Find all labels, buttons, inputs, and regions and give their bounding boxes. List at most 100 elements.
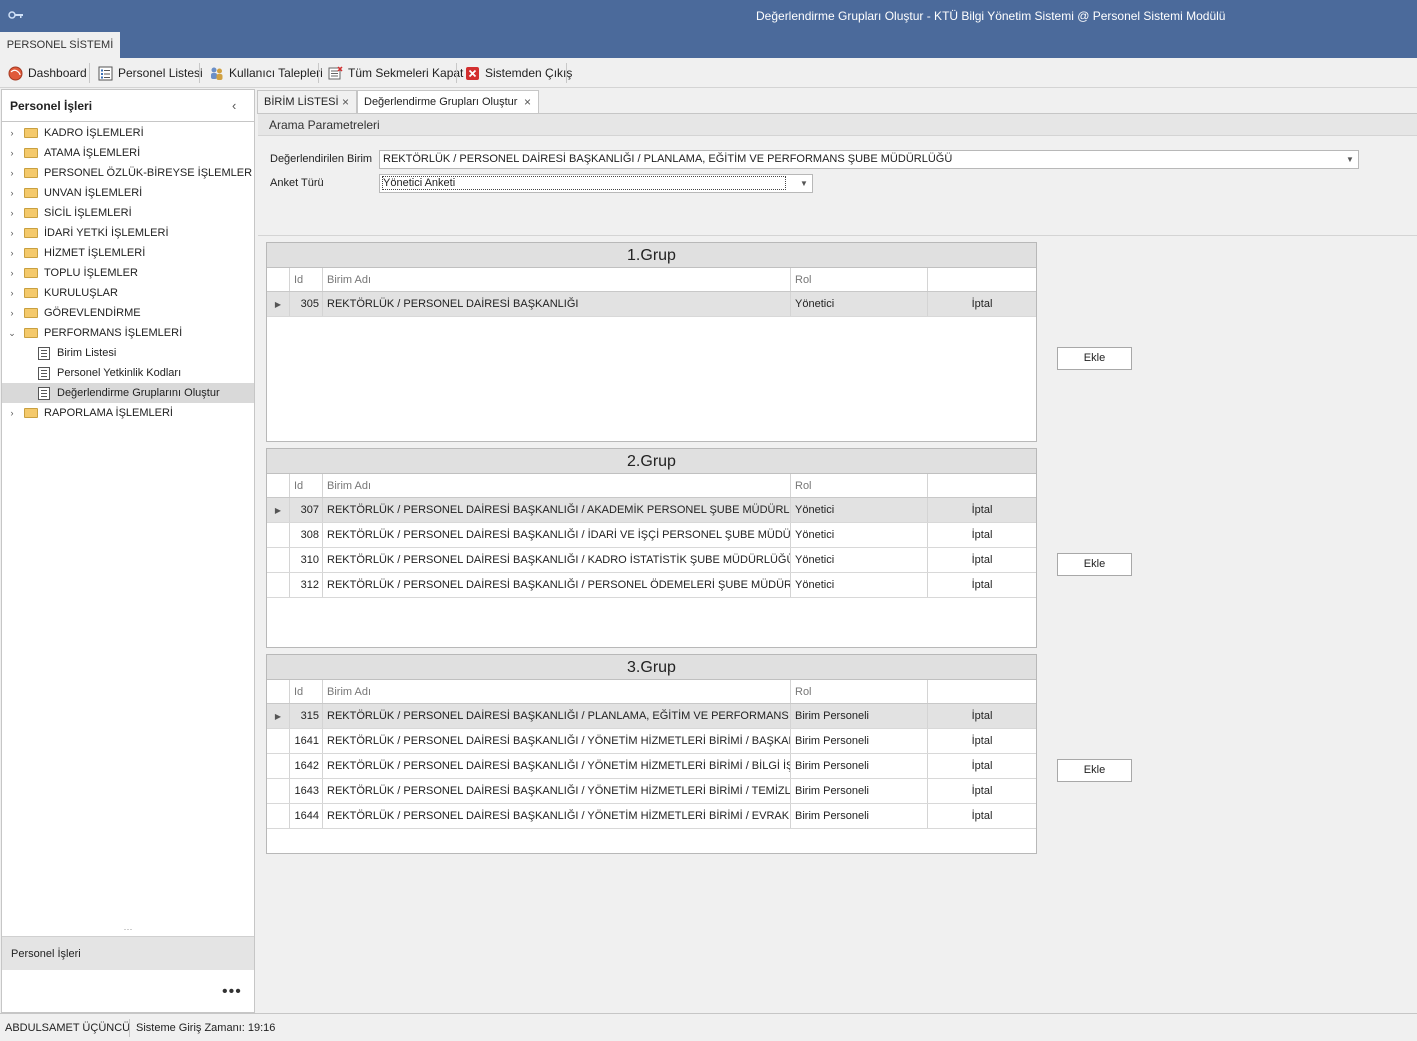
ribbon-tab-personel-sistemi[interactable]: PERSONEL SİSTEMİ <box>0 32 120 58</box>
chevron-right-icon[interactable]: › <box>6 148 18 158</box>
table-row[interactable]: 1644 REKTÖRLÜK / PERSONEL DAİRESİ BAŞKAN… <box>267 804 1036 829</box>
iptal-button[interactable]: İptal <box>928 548 1036 572</box>
cell-id: 308 <box>290 523 323 547</box>
ekle-button-2[interactable]: Ekle <box>1057 553 1132 576</box>
sidebar-item-label: KURULUŞLAR <box>44 287 118 299</box>
header-rol[interactable]: Rol <box>791 680 928 703</box>
sidebar-item-atama[interactable]: › ATAMA İŞLEMLERİ <box>2 143 254 163</box>
sistemden-cikis-button[interactable]: Sistemden Çıkış <box>465 62 572 84</box>
anket-value: Yönetici Anketi <box>381 176 787 190</box>
iptal-button[interactable]: İptal <box>928 729 1036 753</box>
cell-birim: REKTÖRLÜK / PERSONEL DAİRESİ BAŞKANLIĞI … <box>323 754 791 778</box>
table-row[interactable]: 1642 REKTÖRLÜK / PERSONEL DAİRESİ BAŞKAN… <box>267 754 1036 779</box>
header-rol[interactable]: Rol <box>791 474 928 497</box>
chevron-right-icon[interactable]: › <box>6 268 18 278</box>
iptal-button[interactable]: İptal <box>928 779 1036 803</box>
table-row[interactable]: ▶ 307 REKTÖRLÜK / PERSONEL DAİRESİ BAŞKA… <box>267 498 1036 523</box>
sidebar-item-ozluk[interactable]: › PERSONEL ÖZLÜK-BİREYSE İŞLEMLER <box>2 163 254 183</box>
anket-label: Anket Türü <box>270 177 324 189</box>
group-title: 1.Grup <box>267 243 1036 268</box>
header-birim[interactable]: Birim Adı <box>323 474 791 497</box>
sidebar-item-unvan[interactable]: › UNVAN İŞLEMLERİ <box>2 183 254 203</box>
anket-select[interactable]: Yönetici Anketi ▼ <box>379 174 813 193</box>
personel-listesi-button[interactable]: Personel Listesi <box>98 62 203 84</box>
header-id[interactable]: Id <box>290 680 323 703</box>
birim-select[interactable]: REKTÖRLÜK / PERSONEL DAİRESİ BAŞKANLIĞI … <box>379 150 1359 169</box>
chevron-right-icon[interactable]: › <box>6 408 18 418</box>
close-icon[interactable]: × <box>524 91 531 113</box>
sidebar-item-label: UNVAN İŞLEMLERİ <box>44 187 143 199</box>
header-birim[interactable]: Birim Adı <box>323 268 791 291</box>
row-indicator <box>267 804 290 828</box>
more-options-icon[interactable]: ••• <box>222 983 242 1001</box>
close-icon[interactable]: × <box>342 91 349 113</box>
sidebar-item-kuruluslar[interactable]: › KURULUŞLAR <box>2 283 254 303</box>
sidebar-item-yetkinlik-kodlari[interactable]: Personel Yetkinlik Kodları <box>2 363 254 383</box>
iptal-button[interactable]: İptal <box>928 523 1036 547</box>
ekle-button-1[interactable]: Ekle <box>1057 347 1132 370</box>
ekle-button-3[interactable]: Ekle <box>1057 759 1132 782</box>
cell-birim: REKTÖRLÜK / PERSONEL DAİRESİ BAŞKANLIĞI … <box>323 548 791 572</box>
tab-degerlendirme-gruplari[interactable]: Değerlendirme Grupları Oluştur × <box>357 90 539 114</box>
sidebar-item-performans[interactable]: ⌄ PERFORMANS İŞLEMLERİ <box>2 323 254 343</box>
sidebar-item-idari-yetki[interactable]: › İDARİ YETKİ İŞLEMLERİ <box>2 223 254 243</box>
tab-birim-listesi[interactable]: BİRİM LİSTESİ × <box>257 90 357 114</box>
iptal-button[interactable]: İptal <box>928 804 1036 828</box>
iptal-button[interactable]: İptal <box>928 498 1036 522</box>
row-indicator-icon: ▶ <box>267 498 290 522</box>
header-rol[interactable]: Rol <box>791 268 928 291</box>
sidebar-item-birim-listesi[interactable]: Birim Listesi <box>2 343 254 363</box>
chevron-down-icon[interactable]: ⌄ <box>6 328 18 339</box>
row-indicator <box>267 754 290 778</box>
table-row[interactable]: 312 REKTÖRLÜK / PERSONEL DAİRESİ BAŞKANL… <box>267 573 1036 598</box>
tum-sekmeleri-kapat-button[interactable]: Tüm Sekmeleri Kapat <box>328 62 463 84</box>
header-birim[interactable]: Birim Adı <box>323 680 791 703</box>
sidebar-item-gorevlendirme[interactable]: › GÖREVLENDİRME <box>2 303 254 323</box>
header-id[interactable]: Id <box>290 474 323 497</box>
table-row[interactable]: 308 REKTÖRLÜK / PERSONEL DAİRESİ BAŞKANL… <box>267 523 1036 548</box>
list-icon <box>38 346 50 360</box>
table-row[interactable]: 1643 REKTÖRLÜK / PERSONEL DAİRESİ BAŞKAN… <box>267 779 1036 804</box>
chevron-down-icon[interactable]: ▼ <box>1342 151 1358 168</box>
sidebar-item-raporlama[interactable]: › RAPORLAMA İŞLEMLERİ <box>2 403 254 423</box>
table-row[interactable]: ▶ 305 REKTÖRLÜK / PERSONEL DAİRESİ BAŞKA… <box>267 292 1036 317</box>
list-icon <box>38 386 50 400</box>
sidebar-item-sicil[interactable]: › SİCİL İŞLEMLERİ <box>2 203 254 223</box>
chevron-right-icon[interactable]: › <box>6 288 18 298</box>
cell-id: 310 <box>290 548 323 572</box>
chevron-right-icon[interactable]: › <box>6 248 18 258</box>
list-icon <box>38 366 50 380</box>
group-panel-3: 3.Grup Id Birim Adı Rol ▶ 315 REKTÖRLÜK … <box>266 654 1037 854</box>
kullanici-talepleri-button[interactable]: Kullanıcı Talepleri <box>209 62 323 84</box>
iptal-button[interactable]: İptal <box>928 292 1036 316</box>
chevron-right-icon[interactable]: › <box>6 208 18 218</box>
table-row[interactable]: 1641 REKTÖRLÜK / PERSONEL DAİRESİ BAŞKAN… <box>267 729 1036 754</box>
collapse-sidebar-icon[interactable]: ‹ <box>232 98 236 113</box>
cell-id: 315 <box>290 704 323 728</box>
dashboard-button[interactable]: Dashboard <box>8 62 87 84</box>
header-id[interactable]: Id <box>290 268 323 291</box>
table-row[interactable]: 310 REKTÖRLÜK / PERSONEL DAİRESİ BAŞKANL… <box>267 548 1036 573</box>
grid-header: Id Birim Adı Rol <box>267 680 1036 704</box>
iptal-button[interactable]: İptal <box>928 573 1036 597</box>
iptal-button[interactable]: İptal <box>928 704 1036 728</box>
sidebar-item-toplu[interactable]: › TOPLU İŞLEMLER <box>2 263 254 283</box>
chevron-right-icon[interactable]: › <box>6 188 18 198</box>
chevron-right-icon[interactable]: › <box>6 168 18 178</box>
chevron-right-icon[interactable]: › <box>6 128 18 138</box>
sidebar-item-kadro[interactable]: › KADRO İŞLEMLERİ <box>2 123 254 143</box>
sidebar-footer-group[interactable]: Personel İşleri <box>2 936 254 970</box>
toolbar-divider <box>199 63 200 83</box>
row-indicator <box>267 548 290 572</box>
sidebar-splitter[interactable]: ⋯ <box>2 925 254 936</box>
chevron-down-icon[interactable]: ▼ <box>796 175 812 192</box>
birim-label: Değerlendirilen Birim <box>270 153 373 165</box>
table-row[interactable]: ▶ 315 REKTÖRLÜK / PERSONEL DAİRESİ BAŞKA… <box>267 704 1036 729</box>
chevron-right-icon[interactable]: › <box>6 228 18 238</box>
sidebar-item-hizmet[interactable]: › HİZMET İŞLEMLERİ <box>2 243 254 263</box>
chevron-right-icon[interactable]: › <box>6 308 18 318</box>
folder-icon <box>24 168 38 178</box>
iptal-button[interactable]: İptal <box>928 754 1036 778</box>
sidebar-item-degerlendirme-gruplari[interactable]: Değerlendirme Gruplarını Oluştur <box>2 383 254 403</box>
cell-rol: Birim Personeli <box>791 754 928 778</box>
